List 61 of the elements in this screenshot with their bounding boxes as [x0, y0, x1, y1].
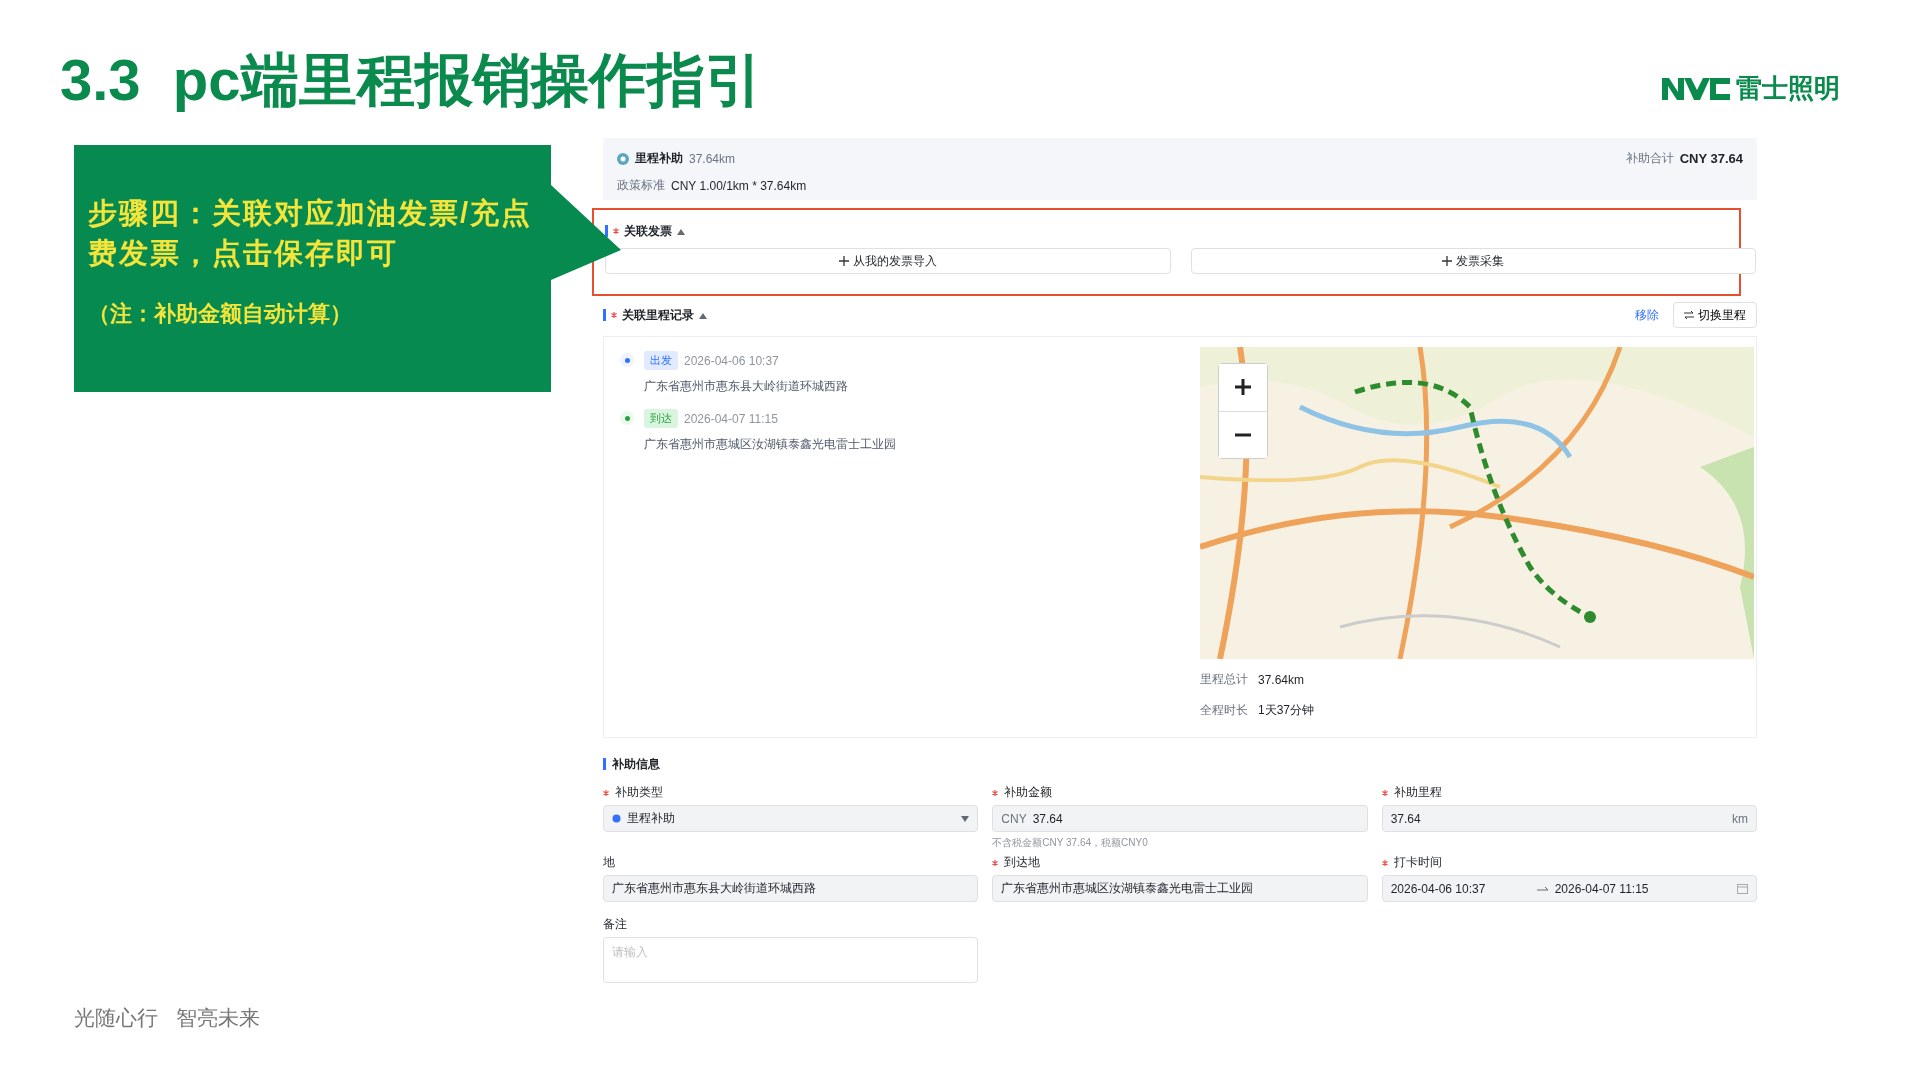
- field-label: 到达地: [1004, 854, 1041, 871]
- plus-icon: [838, 256, 849, 266]
- total-label: 补助合计: [1625, 150, 1674, 167]
- stat-label: 里程总计: [1200, 671, 1248, 688]
- minus-icon: [1234, 432, 1252, 437]
- switch-mileage-button[interactable]: 切换里程: [1673, 302, 1757, 328]
- address-field[interactable]: 广东省惠州市惠东县大岭街道环城西路: [603, 875, 979, 902]
- section-marker: [603, 758, 606, 770]
- field-label: 备注: [603, 916, 627, 933]
- stop-address: 广东省惠州市惠城区汝湖镇泰鑫光电雷士工业园: [644, 436, 896, 453]
- address-field[interactable]: 广东省惠州市惠城区汝湖镇泰鑫光电雷士工业园: [992, 875, 1368, 902]
- invoice-button[interactable]: 发票采集: [1190, 248, 1756, 274]
- zoom-in-button[interactable]: [1219, 364, 1267, 412]
- section-marker: [605, 225, 608, 237]
- date-range-field[interactable]: 2026-04-06 10:37 2026-04-07 11:15: [1381, 875, 1757, 902]
- brand-logo-icon: [1662, 75, 1730, 102]
- section-title: 补助信息: [612, 755, 660, 773]
- subsidy-name: 里程补助: [635, 150, 683, 167]
- caret-up-icon[interactable]: [677, 229, 685, 235]
- slogan-text: 智亮未来: [176, 1005, 260, 1031]
- field-label: 地: [603, 854, 615, 871]
- stop-tag: 到达: [644, 409, 678, 428]
- slide-title: 3.3 pc端里程报销操作指引: [60, 46, 763, 114]
- field-label: 补助金额: [1004, 784, 1053, 801]
- amount-field[interactable]: CNY 37.64: [992, 805, 1368, 832]
- policy-value: CNY 1.00/1km * 37.64km: [671, 178, 807, 193]
- distance-text: 37.64km: [689, 151, 736, 166]
- invoice-button[interactable]: 从我的发票导入: [605, 248, 1171, 274]
- remove-link[interactable]: 移除: [1635, 306, 1659, 324]
- policy-label: 政策标准: [617, 177, 665, 194]
- total-value: CNY 37.64: [1679, 151, 1743, 166]
- section-title: 关联发票: [624, 222, 672, 240]
- mileage-field[interactable]: 37.64 km: [1381, 805, 1757, 832]
- caret-down-icon[interactable]: [961, 815, 970, 822]
- plus-icon: [1234, 378, 1252, 397]
- plus-icon: [1442, 256, 1453, 266]
- mileage-icon: [617, 152, 629, 165]
- tax-hint: 不含税金额CNY 37.64，税额CNY0: [992, 836, 1149, 850]
- mileage-icon: [612, 814, 621, 823]
- slogan-text: 光随心行: [74, 1005, 158, 1031]
- step-text: 步骤四：关联对应加油发票/充点费发票，点击保存即可: [88, 196, 534, 271]
- stat-value: 37.64km: [1258, 672, 1305, 687]
- brand-name: 雷士照明: [1736, 72, 1840, 105]
- stat-value: 1天37分钟: [1258, 702, 1315, 719]
- field-label: 打卡时间: [1393, 854, 1442, 871]
- section-title: 关联里程记录: [622, 306, 694, 324]
- caret-up-icon[interactable]: [699, 313, 707, 319]
- stop-address: 广东省惠州市惠东县大岭街道环城西路: [644, 378, 848, 395]
- timeline-dot: [620, 353, 634, 367]
- stop-tag: 出发: [644, 351, 678, 370]
- field-label: 补助类型: [615, 784, 663, 801]
- calendar-icon: [1737, 883, 1748, 894]
- note-text: （注：补助金额自动计算）: [88, 300, 353, 328]
- type-select[interactable]: 里程补助: [603, 805, 979, 832]
- swap-icon: [1684, 311, 1694, 319]
- timeline-dot: [620, 411, 634, 425]
- stop-time: 2026-04-06 10:37: [684, 353, 779, 368]
- stop-time: 2026-04-07 11:15: [684, 411, 778, 426]
- section-marker: [603, 309, 606, 321]
- stat-label: 全程时长: [1200, 702, 1248, 719]
- field-label: 补助里程: [1393, 784, 1442, 801]
